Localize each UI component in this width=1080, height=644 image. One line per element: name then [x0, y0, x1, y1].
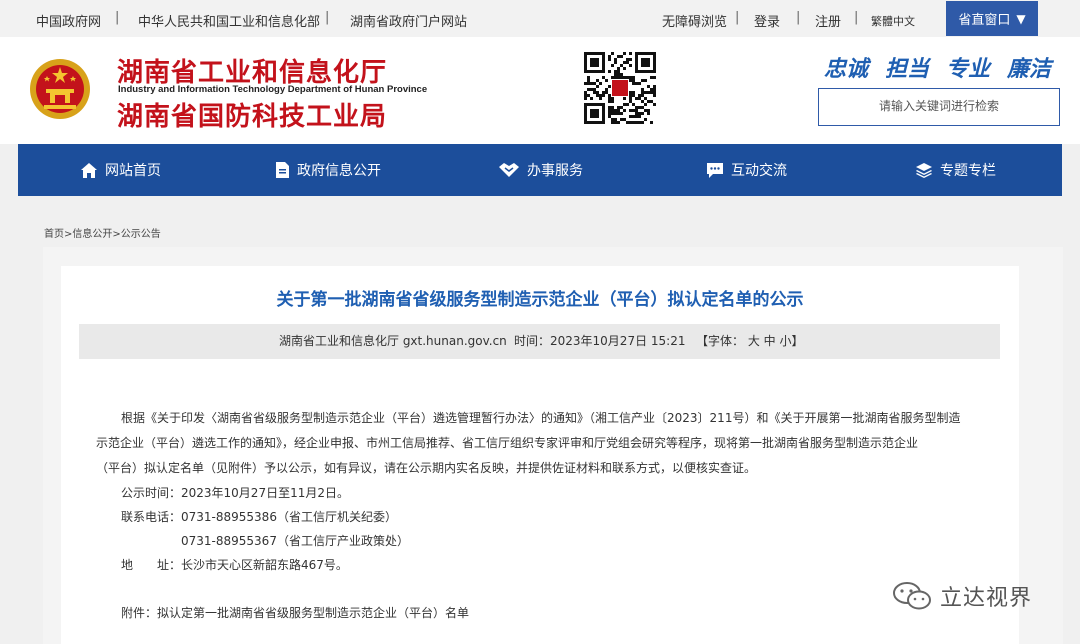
login-link[interactable]: 登录	[754, 11, 780, 30]
paragraph-line: 根据《关于印发〈湖南省省级服务型制造示范企业（平台）遴选管理暂行办法〉的通知》（…	[121, 411, 961, 425]
accessibility-link[interactable]: 无障碍浏览	[662, 11, 727, 30]
nav-special-topics[interactable]: 专题专栏	[916, 144, 996, 196]
contact-phone-1: 联系电话：0731-88955386（省工信厅机关纪委）	[121, 510, 397, 524]
nav-gov-info[interactable]: 政府信息公开	[276, 144, 381, 196]
document-icon	[276, 162, 289, 178]
search-input[interactable]: 请输入关键词进行检索	[818, 88, 1060, 126]
national-emblem-icon	[30, 59, 90, 119]
separator: |	[735, 10, 740, 25]
layers-icon	[916, 162, 932, 178]
org-name-english: Industry and Information Technology Depa…	[118, 84, 428, 95]
province-window-label: 省直窗口	[958, 13, 1011, 28]
main-nav: 网站首页 政府信息公开 办事服务 互动交流 专题专栏	[18, 144, 1062, 196]
caret-down-icon: ▼	[1016, 11, 1026, 26]
qr-code-icon	[584, 52, 656, 124]
separator: |	[115, 10, 120, 25]
watermark-text: 立达视界	[940, 586, 1033, 611]
chat-icon	[707, 162, 723, 178]
article-meta-bar: 湖南省工业和信息化厅 gxt.hunan.gov.cn 时间：2023年10月2…	[79, 324, 1000, 359]
link-miit[interactable]: 中华人民共和国工业和信息化部	[138, 11, 320, 30]
paragraph-line: 示范企业（平台）遴选工作的通知》，经企业申报、市州工信局推荐、省工信厅组织专家评…	[96, 436, 919, 450]
register-link[interactable]: 注册	[815, 11, 841, 30]
nav-gov-info-label: 政府信息公开	[297, 163, 381, 179]
nav-interaction-label: 互动交流	[731, 163, 787, 179]
nav-special-topics-label: 专题专栏	[940, 163, 996, 179]
nav-home[interactable]: 网站首页	[81, 144, 161, 196]
article-time: 时间：2023年10月27日 15:21	[514, 334, 686, 348]
article-title: 关于第一批湖南省省级服务型制造示范企业（平台）拟认定名单的公示	[276, 290, 804, 310]
nav-services-label: 办事服务	[527, 163, 583, 179]
attachment-link[interactable]: 附件：拟认定第一批湖南省省级服务型制造示范企业（平台）名单	[121, 604, 469, 621]
notice-period: 公示时间：2023年10月27日至11月2日。	[121, 486, 349, 500]
separator: |	[325, 10, 330, 25]
article-source: 湖南省工业和信息化厅 gxt.hunan.gov.cn	[279, 334, 507, 348]
slogan-responsibility: 担当	[885, 57, 930, 82]
breadcrumb[interactable]: 首页>信息公开>公示公告	[44, 225, 161, 240]
nav-services[interactable]: 办事服务	[499, 144, 583, 196]
contact-phone-2: 0731-88955367（省工信厅产业政策处）	[181, 534, 409, 548]
org-name-secondary: 湖南省国防科技工业局	[117, 102, 388, 132]
handshake-icon	[499, 163, 519, 177]
separator: |	[796, 10, 801, 25]
separator: |	[854, 10, 859, 25]
article-card	[61, 266, 1019, 644]
nav-home-label: 网站首页	[105, 163, 161, 179]
watermark: 立达视界	[892, 580, 1032, 612]
contact-address: 地 址：长沙市天心区新韶东路467号。	[121, 558, 348, 572]
paragraph-line: （平台）拟认定名单（见附件）予以公示，如有异议，请在公示期内实名反映，并提供佐证…	[96, 461, 757, 475]
site-header: 湖南省工业和信息化厅 Industry and Information Tech…	[0, 37, 1080, 144]
province-window-button[interactable]: 省直窗口 ▼	[946, 1, 1038, 36]
link-gov-cn[interactable]: 中国政府网	[36, 11, 101, 30]
slogan-loyalty: 忠诚	[824, 57, 869, 82]
slogan-professional: 专业	[946, 57, 991, 82]
wechat-icon	[893, 582, 931, 610]
font-size-control[interactable]: 【字体： 大 中 小】	[696, 324, 803, 359]
link-hunan-gov[interactable]: 湖南省政府门户网站	[350, 11, 467, 30]
slogan-integrity: 廉洁	[1007, 57, 1052, 82]
home-icon	[81, 162, 97, 178]
traditional-chinese-link[interactable]: 繁體中文	[871, 13, 915, 29]
nav-interaction[interactable]: 互动交流	[707, 144, 787, 196]
top-bar: 中国政府网 | 中华人民共和国工业和信息化部 | 湖南省政府门户网站 无障碍浏览…	[0, 0, 1080, 37]
